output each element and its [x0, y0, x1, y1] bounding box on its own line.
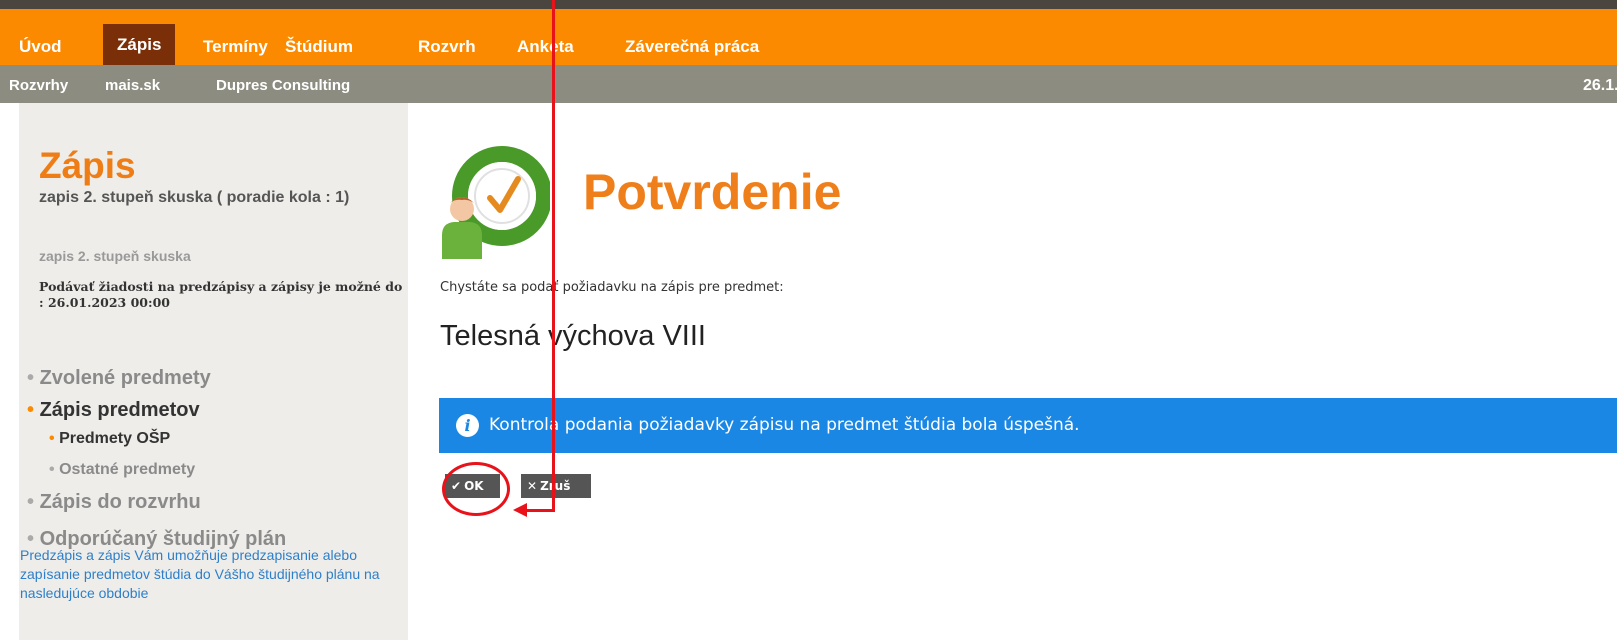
sidebar-subtitle: zapis 2. stupeň skuska ( poradie kola : …: [39, 189, 350, 206]
menu-predmety-osp[interactable]: • Predmety OŠP: [49, 430, 170, 448]
nav-studium[interactable]: Štúdium: [285, 32, 353, 65]
top-strip: [0, 0, 1617, 9]
info-icon: i: [456, 414, 479, 437]
annotation-circle: [442, 462, 510, 516]
current-date: 26.1.: [1583, 77, 1617, 94]
annotation-line: [552, 0, 555, 512]
menu-zapis-predmetov[interactable]: • Zápis predmetov: [27, 399, 200, 422]
deadline-note: Podávať žiadosti na predzápisy a zápisy …: [39, 279, 403, 310]
bullet-icon: •: [27, 491, 35, 513]
alert-message: Kontrola podania požiadavky zápisu na pr…: [489, 415, 1080, 435]
nav-zaverecna-praca[interactable]: Záverečná práca: [625, 32, 759, 65]
clock-person-icon: [442, 146, 550, 259]
menu-ostatne-predmety[interactable]: • Ostatné predmety: [49, 461, 195, 479]
subnav-rozvrhy[interactable]: Rozvrhy: [9, 65, 68, 107]
cancel-button[interactable]: ✕ Zruš: [521, 474, 591, 498]
cancel-label: Zruš: [540, 479, 571, 493]
sidebar-subtitle-2: zapis 2. stupeň skuska: [39, 248, 191, 264]
nav-anketa[interactable]: Anketa: [517, 32, 574, 65]
bullet-icon: •: [49, 430, 55, 447]
intro-text: Chystáte sa podať požiadavku na zápis pr…: [440, 280, 784, 295]
bullet-icon: •: [27, 367, 35, 389]
nav-zapis[interactable]: Zápis: [103, 24, 176, 65]
page-title: Potvrdenie: [583, 164, 842, 220]
nav-rozvrh[interactable]: Rozvrh: [418, 32, 476, 65]
subnav-mais[interactable]: mais.sk: [105, 65, 160, 107]
menu-zapis-do-rozvrhu[interactable]: • Zápis do rozvrhu: [27, 491, 201, 514]
course-name: Telesná výchova VIII: [440, 320, 706, 352]
close-icon: ✕: [527, 479, 538, 493]
nav-uvod[interactable]: Úvod: [19, 32, 62, 65]
annotation-line-horizontal: [526, 509, 555, 512]
bullet-icon: •: [27, 399, 35, 421]
annotation-arrow-icon: [513, 503, 527, 517]
bullet-icon: •: [49, 461, 55, 478]
sub-nav: Rozvrhy mais.sk Dupres Consulting 26.1.: [0, 65, 1617, 103]
sidebar-title: Zápis: [39, 145, 136, 186]
sidebar-description: Predzápis a zápis Vám umožňuje predzapis…: [20, 547, 380, 601]
menu-zvolene-predmety[interactable]: • Zvolené predmety: [27, 367, 211, 390]
nav-terminy[interactable]: Termíny: [203, 32, 268, 65]
success-alert: i Kontrola podania požiadavky zápisu na …: [439, 398, 1617, 453]
main-nav: Úvod Zápis Termíny Štúdium Rozvrh Anketa…: [0, 9, 1617, 65]
subnav-dupres[interactable]: Dupres Consulting: [216, 65, 350, 107]
